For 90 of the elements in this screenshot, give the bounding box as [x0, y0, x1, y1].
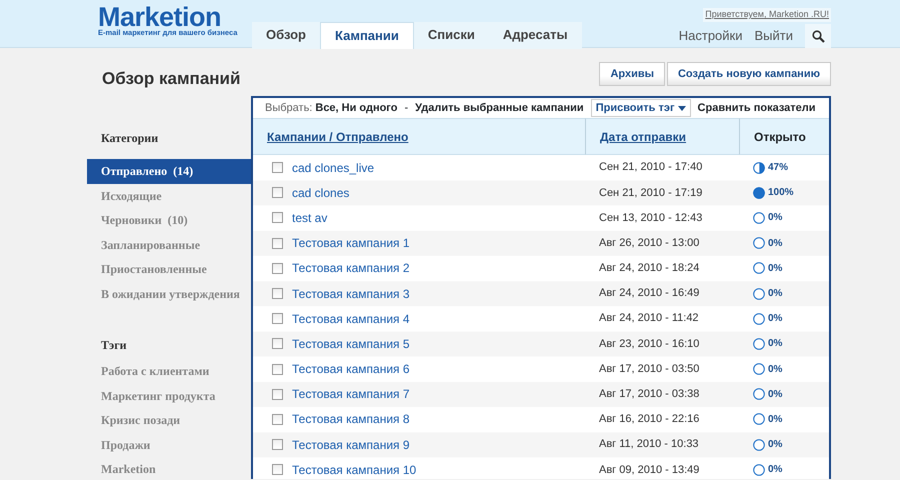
sidebar-item[interactable]: Отправлено (14)	[87, 159, 251, 184]
date-text: Авг 17, 2010 - 03:38	[599, 387, 700, 402]
row-checkbox[interactable]	[272, 388, 283, 400]
open-rate-text: 0%	[768, 412, 782, 427]
row-checkbox[interactable]	[272, 288, 283, 300]
row-checkbox[interactable]	[272, 439, 283, 450]
campaign-link[interactable]: Тестовая кампания 3	[292, 284, 410, 303]
row-checkbox[interactable]	[272, 313, 283, 324]
date-text: Авг 09, 2010 - 13:49	[599, 462, 700, 478]
open-rate-circle-icon	[753, 413, 765, 426]
column-header: Открыто	[754, 128, 806, 146]
date-text: Авг 24, 2010 - 16:49	[599, 286, 700, 302]
header-link[interactable]: Настройки	[678, 26, 742, 46]
campaign-link[interactable]: Тестовая кампания 8	[292, 410, 410, 428]
row-checkbox[interactable]	[272, 162, 283, 174]
row-checkbox[interactable]	[272, 414, 283, 425]
date-text: Авг 26, 2010 - 13:00	[599, 236, 700, 251]
logo[interactable]: Marketion	[98, 4, 238, 31]
date-text: Авг 23, 2010 - 16:10	[599, 336, 700, 352]
compare-link[interactable]: Сравнить показатели	[698, 100, 816, 116]
row-checkbox[interactable]	[272, 212, 283, 224]
create-campaign-button[interactable]: Создать новую кампанию	[666, 62, 831, 86]
row-checkbox[interactable]	[272, 364, 283, 375]
open-rate-circle-icon	[753, 162, 765, 174]
assign-tag-dropdown[interactable]: Присвоить тэг	[590, 98, 691, 118]
open-rate-circle-icon	[753, 338, 765, 350]
select-label: Выбрать:	[265, 100, 312, 116]
date-text: Авг 24, 2010 - 11:42	[599, 311, 699, 326]
nav-tab[interactable]: Кампании	[320, 22, 414, 49]
select-none-link[interactable]: Ни одного	[342, 100, 398, 116]
open-rate-text: 47%	[768, 161, 788, 176]
open-rate-text: 0%	[768, 362, 782, 377]
date-text: Авг 11, 2010 - 10:33	[599, 437, 699, 452]
nav-tab[interactable]: Адресаты	[488, 22, 582, 48]
open-rate-circle-icon	[753, 237, 765, 250]
date-text: Сен 21, 2010 - 17:19	[599, 186, 702, 201]
section-heading: Тэги	[100, 337, 128, 354]
open-rate-circle-icon	[753, 363, 765, 376]
campaign-link[interactable]: Тестовая кампания 5	[292, 334, 410, 353]
campaign-link[interactable]: Тестовая кампания 6	[292, 360, 410, 378]
row-checkbox[interactable]	[272, 238, 283, 249]
open-rate-text: 0%	[768, 337, 782, 352]
archive-button[interactable]: Архивы	[599, 62, 665, 86]
search-icon	[812, 30, 824, 42]
header-link[interactable]: Выйти	[754, 26, 793, 46]
open-rate-text: 0%	[768, 463, 782, 478]
row-checkbox[interactable]	[272, 262, 283, 274]
open-rate-text: 0%	[768, 211, 782, 226]
greeting-link[interactable]: Приветствуем, Marketion .RU!	[703, 8, 831, 22]
row-checkbox[interactable]	[272, 338, 283, 350]
campaign-link[interactable]: Тестовая кампания 10	[292, 460, 416, 479]
delete-link[interactable]: Удалить выбранные кампании	[415, 100, 584, 116]
open-rate-text: 0%	[768, 287, 782, 302]
open-rate-text: 100%	[768, 186, 794, 200]
campaign-link[interactable]: Тестовая кампания 7	[292, 385, 410, 404]
date-text: Сен 13, 2010 - 12:43	[599, 210, 702, 226]
row-checkbox[interactable]	[272, 464, 283, 476]
campaign-link[interactable]: Тестовая кампания 4	[292, 310, 410, 328]
open-rate-circle-icon	[753, 288, 765, 300]
open-rate-text: 0%	[768, 438, 782, 452]
open-rate-circle-icon	[753, 262, 765, 274]
open-rate-text: 0%	[768, 236, 782, 251]
campaign-link[interactable]: cad clones_live	[292, 158, 374, 177]
date-text: Авг 17, 2010 - 03:50	[599, 362, 700, 377]
nav-tab[interactable]: Списки	[414, 22, 489, 48]
search-button[interactable]	[805, 24, 831, 48]
date-text: Авг 16, 2010 - 22:16	[599, 412, 700, 428]
campaign-link[interactable]: Тестовая кампания 9	[292, 436, 410, 454]
open-rate-circle-icon	[753, 438, 765, 451]
open-rate-text: 0%	[768, 312, 782, 326]
open-rate-circle-icon	[753, 464, 765, 476]
campaign-link[interactable]: Тестовая кампания 1	[292, 234, 410, 252]
separator-text: -	[404, 100, 408, 116]
date-text: Сен 21, 2010 - 17:40	[599, 160, 702, 176]
select-all-link[interactable]: Все,	[315, 100, 339, 116]
open-rate-circle-icon	[753, 312, 765, 325]
date-text: Авг 24, 2010 - 18:24	[599, 261, 700, 276]
open-rate-text: 0%	[768, 262, 782, 276]
open-rate-circle-icon	[753, 212, 765, 224]
section-heading: Категории	[100, 130, 160, 147]
nav-tab[interactable]: Обзор	[252, 22, 320, 48]
open-rate-circle-icon	[753, 388, 765, 400]
campaign-link[interactable]: test av	[292, 208, 328, 227]
row-checkbox[interactable]	[272, 187, 283, 198]
caret-icon	[678, 106, 686, 110]
open-rate-circle-icon	[753, 186, 765, 199]
page-title: Обзор кампаний	[102, 68, 240, 90]
campaign-link[interactable]: cad clones	[292, 184, 350, 202]
campaign-link[interactable]: Тестовая кампания 2	[292, 259, 410, 278]
open-rate-text: 0%	[768, 388, 782, 402]
